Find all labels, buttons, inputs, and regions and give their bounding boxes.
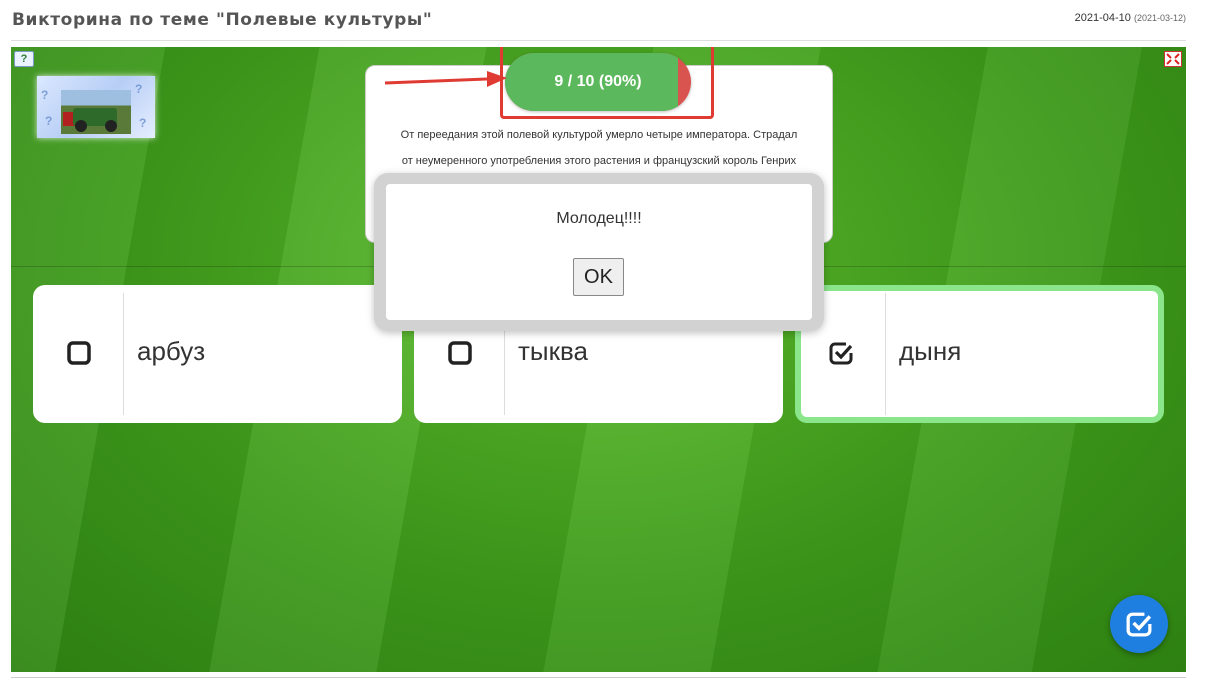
ok-button[interactable]: OK xyxy=(573,258,624,296)
quiz-date: 2021-04-10 xyxy=(1074,12,1131,24)
checked-checkbox-icon[interactable] xyxy=(829,341,853,365)
quiz-created-date: (2021-03-12) xyxy=(1133,13,1186,23)
annotation-arrow-icon xyxy=(384,71,507,87)
question-line: от неумеренного употребления этого расте… xyxy=(401,155,797,167)
help-icon[interactable]: ? xyxy=(14,51,34,67)
bottom-divider xyxy=(11,677,1186,678)
answer-option-correct[interactable]: дыня xyxy=(795,285,1164,423)
answer-divider xyxy=(123,293,124,415)
answer-label: дыня xyxy=(899,336,962,366)
submit-check-button[interactable] xyxy=(1110,595,1168,653)
check-icon xyxy=(1126,612,1152,637)
top-divider xyxy=(11,40,1186,41)
answer-option[interactable]: арбуз xyxy=(33,285,402,423)
square-checkbox-icon[interactable] xyxy=(448,341,472,365)
dialog-box: Молодец!!!! OK xyxy=(386,184,812,320)
answer-label: арбуз xyxy=(137,336,206,366)
square-checkbox-icon[interactable] xyxy=(67,341,91,365)
date-line: 2021-04-10 (2021-03-12) xyxy=(1075,12,1186,24)
question-text: От переедания этой полевой культурой уме… xyxy=(376,122,822,174)
question-line: От переедания этой полевой культурой уме… xyxy=(400,129,798,141)
tractor-photo xyxy=(61,90,131,134)
feedback-dialog: Молодец!!!! OK xyxy=(374,173,824,331)
quiz-stage: ? ? ? ? ? От переедания этой полевой кул… xyxy=(11,47,1186,672)
dialog-message: Молодец!!!! xyxy=(556,210,642,227)
annotation-highlight-box xyxy=(500,47,714,119)
answer-divider xyxy=(885,293,886,415)
page-title: Викторина по теме "Полевые культуры" xyxy=(12,10,433,30)
answer-label: тыква xyxy=(518,336,588,366)
fullscreen-icon[interactable] xyxy=(1164,51,1182,67)
quiz-thumbnail: ? ? ? ? xyxy=(37,76,155,138)
